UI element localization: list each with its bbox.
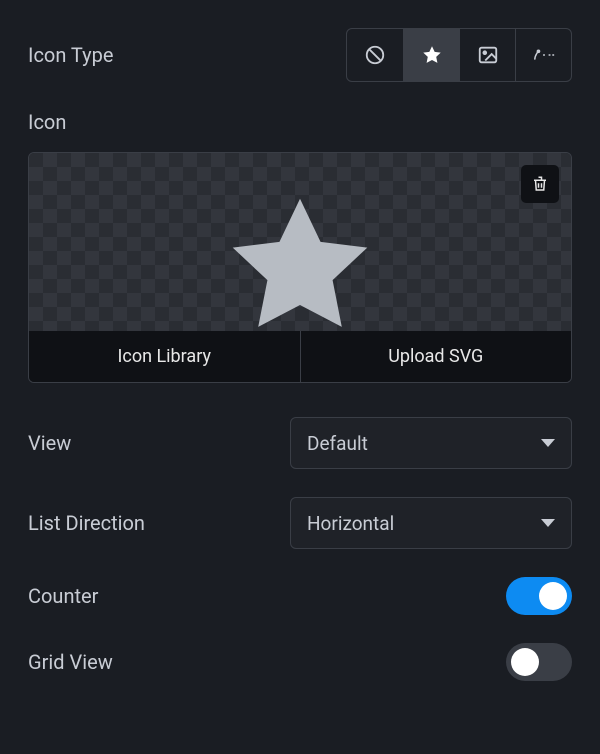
list-direction-label: List Direction: [28, 511, 145, 535]
lottie-icon: [532, 44, 556, 66]
icon-type-image-button[interactable]: [459, 29, 515, 81]
star-preview-icon: [215, 181, 385, 331]
icon-preview[interactable]: [29, 153, 571, 331]
icon-library-button[interactable]: Icon Library: [29, 331, 300, 382]
view-label: View: [28, 431, 71, 455]
icon-type-label: Icon Type: [28, 43, 113, 67]
upload-svg-button[interactable]: Upload SVG: [300, 331, 572, 382]
icon-preview-container: Icon Library Upload SVG: [28, 152, 572, 383]
image-icon: [477, 44, 499, 66]
view-row: View Default: [28, 417, 572, 469]
grid-view-row: Grid View: [28, 643, 572, 681]
icon-type-icon-button[interactable]: [403, 29, 459, 81]
list-direction-row: List Direction Horizontal: [28, 497, 572, 549]
none-icon: [364, 44, 386, 66]
counter-row: Counter: [28, 577, 572, 615]
grid-view-toggle[interactable]: [506, 643, 572, 681]
icon-type-none-button[interactable]: [347, 29, 403, 81]
icon-label: Icon: [28, 110, 572, 134]
grid-view-label: Grid View: [28, 650, 113, 674]
toggle-knob: [539, 582, 567, 610]
delete-icon-button[interactable]: [521, 165, 559, 203]
trash-icon: [531, 175, 549, 193]
view-select[interactable]: Default: [290, 417, 572, 469]
icon-type-row: Icon Type: [28, 28, 572, 82]
list-direction-select[interactable]: Horizontal: [290, 497, 572, 549]
counter-label: Counter: [28, 584, 98, 608]
icon-type-group: [346, 28, 572, 82]
chevron-down-icon: [541, 519, 555, 527]
list-direction-select-value: Horizontal: [307, 512, 394, 535]
toggle-knob: [511, 648, 539, 676]
view-select-value: Default: [307, 432, 368, 455]
icon-type-lottie-button[interactable]: [515, 29, 571, 81]
chevron-down-icon: [541, 439, 555, 447]
icon-actions: Icon Library Upload SVG: [29, 331, 571, 382]
star-icon: [421, 44, 443, 66]
counter-toggle[interactable]: [506, 577, 572, 615]
